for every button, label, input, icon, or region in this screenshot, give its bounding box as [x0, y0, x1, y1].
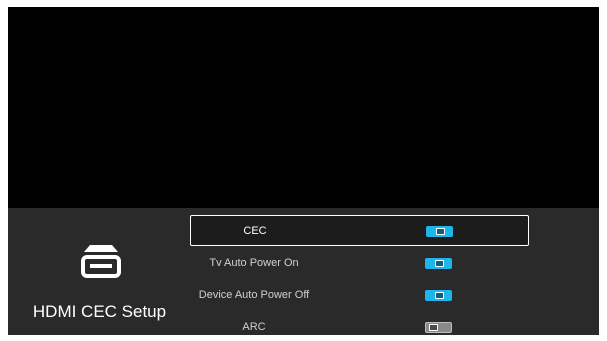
setting-label: Device Auto Power Off — [198, 289, 310, 301]
setting-label: ARC — [242, 321, 266, 333]
arc-toggle[interactable] — [425, 322, 452, 333]
setting-row-cec[interactable]: CEC — [190, 215, 529, 246]
toggle-knob — [436, 228, 445, 235]
hdmi-port-icon — [74, 243, 128, 283]
cec-toggle[interactable] — [426, 226, 453, 237]
device-auto-power-off-toggle[interactable] — [425, 290, 452, 301]
setting-row-device-auto-power-off[interactable]: Device Auto Power Off — [190, 280, 529, 311]
setting-label: Tv Auto Power On — [209, 257, 299, 269]
setting-row-arc[interactable]: ARC — [190, 312, 529, 335]
toggle-knob — [429, 324, 438, 331]
tv-auto-power-on-toggle[interactable] — [425, 258, 452, 269]
toggle-knob — [435, 292, 444, 299]
setting-label: CEC — [243, 225, 267, 237]
settings-panel: HDMI CEC Setup CEC Tv Auto Power On Devi… — [8, 208, 599, 335]
section-title: HDMI CEC Setup — [32, 302, 167, 321]
tv-screen: HDMI CEC Setup CEC Tv Auto Power On Devi… — [8, 7, 599, 335]
toggle-knob — [435, 260, 444, 267]
setting-row-tv-auto-power-on[interactable]: Tv Auto Power On — [190, 248, 529, 279]
